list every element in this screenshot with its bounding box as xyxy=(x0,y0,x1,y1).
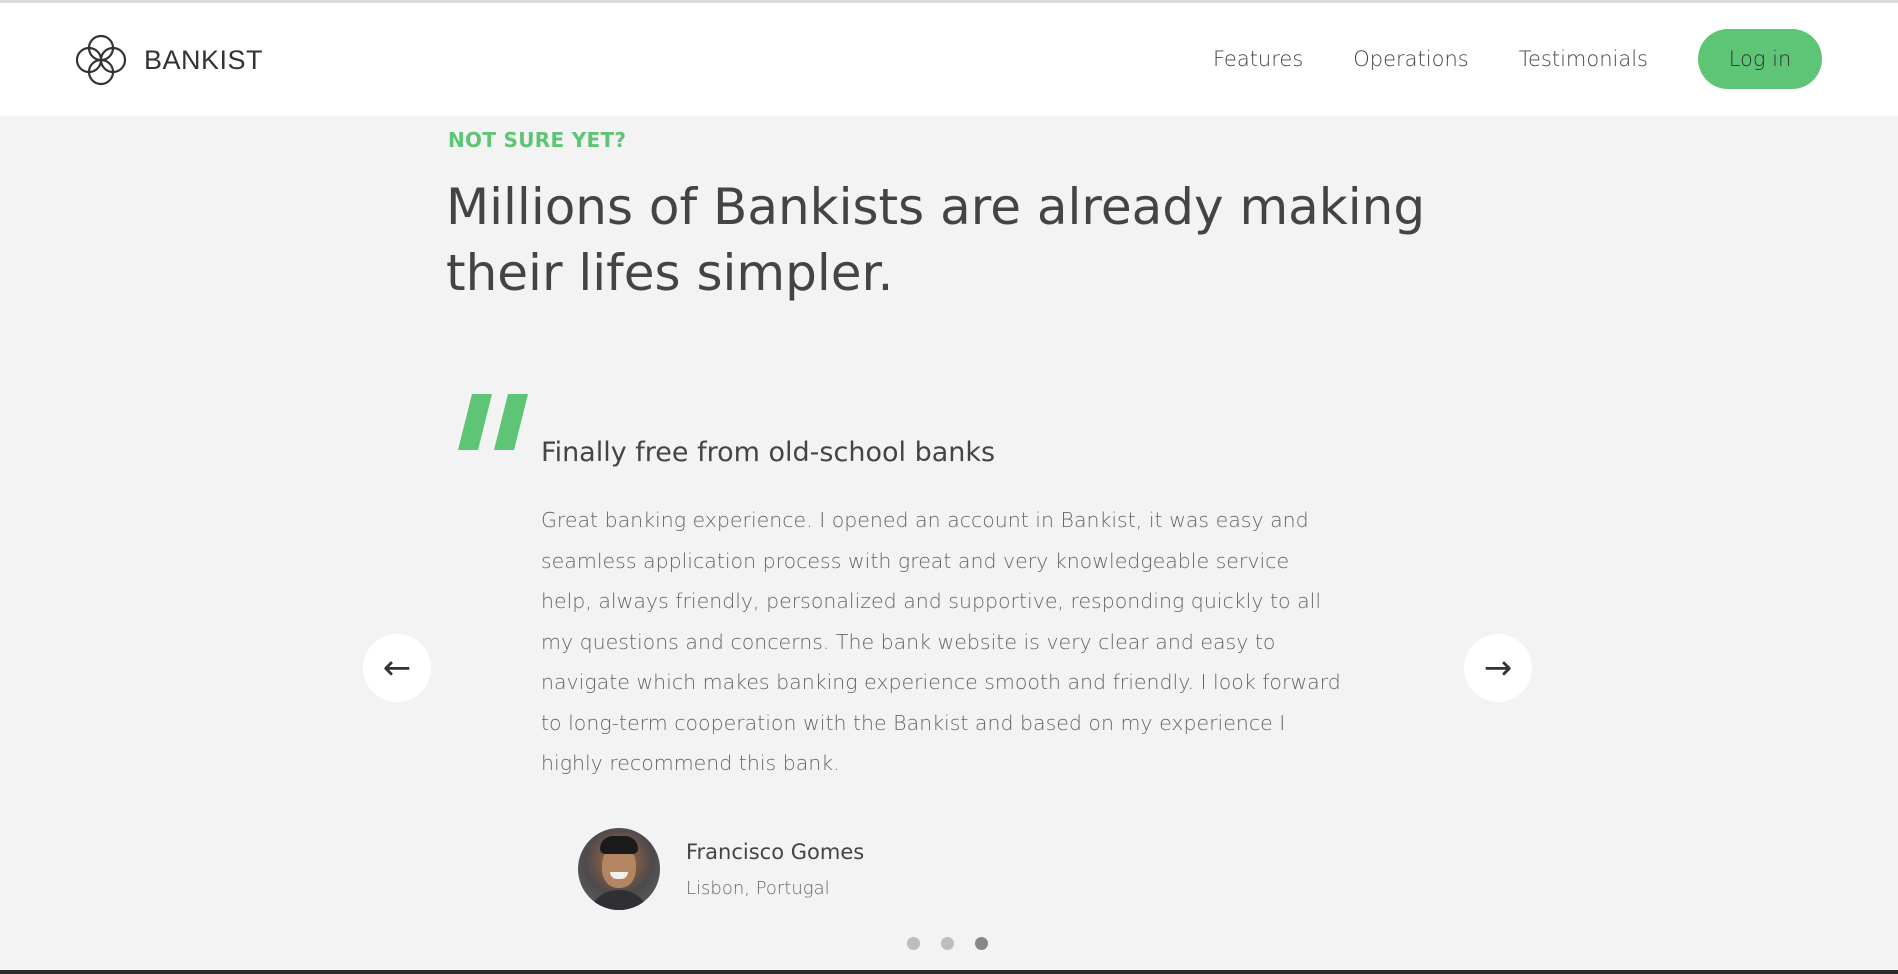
slider-dot-2[interactable] xyxy=(941,937,954,950)
nav-link-features[interactable]: Features xyxy=(1213,47,1303,71)
slider-dots xyxy=(907,937,1009,950)
avatar xyxy=(578,828,660,910)
nav-links: Features Operations Testimonials Log in xyxy=(1213,29,1822,89)
brand-name: BANKIST xyxy=(144,44,264,75)
login-button[interactable]: Log in xyxy=(1698,29,1822,89)
section-title: Millions of Bankists are already making … xyxy=(446,178,1426,302)
bottom-border xyxy=(0,970,1898,974)
navigation-bar: BANKIST Features Operations Testimonials… xyxy=(0,3,1898,116)
nav-link-operations[interactable]: Operations xyxy=(1353,47,1468,71)
author-name: Francisco Gomes xyxy=(686,839,865,864)
nav-link-testimonials[interactable]: Testimonials xyxy=(1519,47,1648,71)
testimonial-text: Great banking experience. I opened an ac… xyxy=(541,508,1341,775)
testimonial-heading: Finally free from old-school banks xyxy=(541,437,996,468)
slider-dot-1[interactable] xyxy=(907,937,920,950)
quote-mark-icon xyxy=(458,394,528,450)
four-circle-logo-icon xyxy=(75,34,127,86)
brand-logo[interactable]: BANKIST xyxy=(72,31,263,89)
slider-next-button[interactable]: → xyxy=(1464,634,1532,702)
section-label: NOT SURE YET? xyxy=(448,128,627,152)
slider-prev-button[interactable]: ← xyxy=(363,634,431,702)
slider-dot-3[interactable] xyxy=(975,937,988,950)
author-location: Lisbon, Portugal xyxy=(686,877,830,899)
testimonial-author: Francisco Gomes Lisbon, Portugal xyxy=(578,828,864,910)
